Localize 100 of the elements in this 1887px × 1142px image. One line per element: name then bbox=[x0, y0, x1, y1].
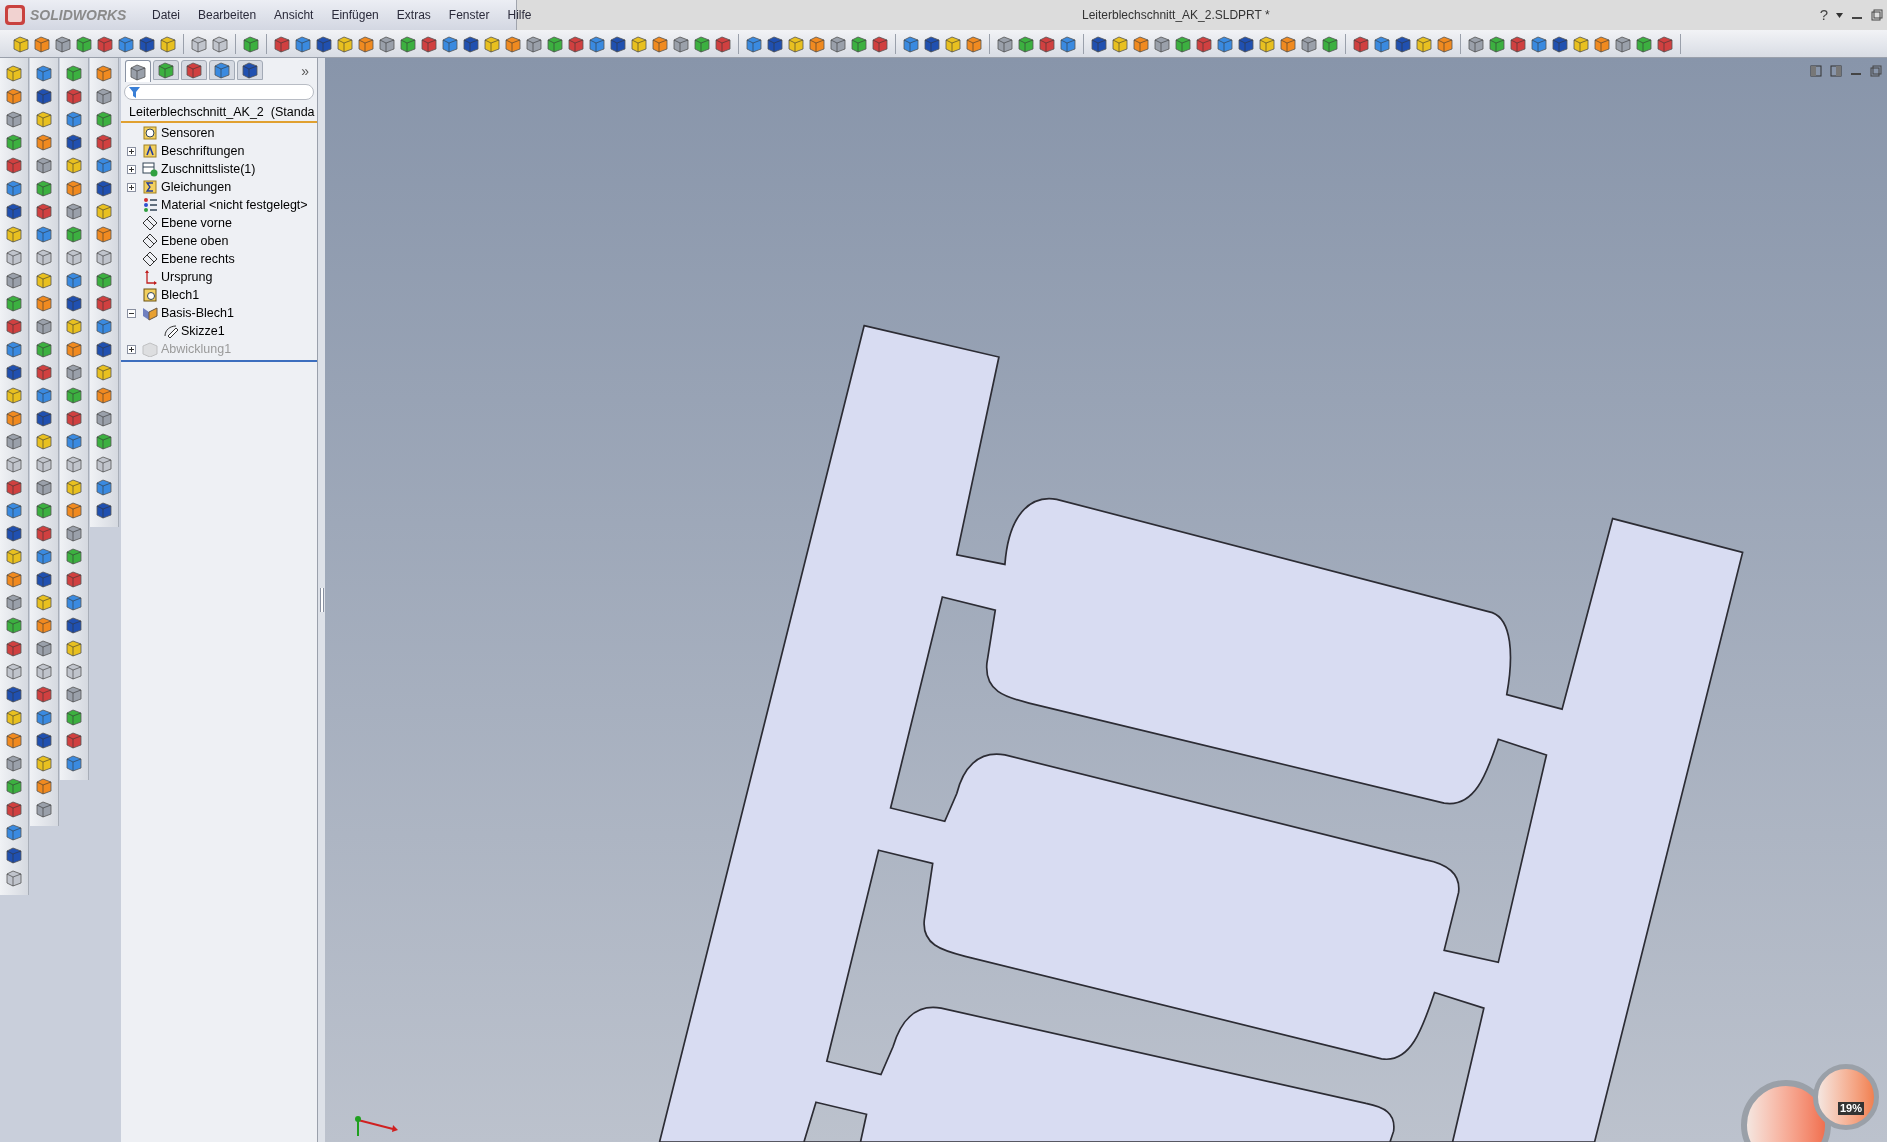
tool-icon[interactable] bbox=[923, 34, 941, 53]
tool-icon[interactable] bbox=[75, 34, 93, 53]
tool-icon[interactable] bbox=[1467, 34, 1485, 53]
tool-icon[interactable] bbox=[787, 34, 805, 53]
tool-icon[interactable] bbox=[1321, 34, 1339, 53]
tree-row[interactable]: Ebene oben bbox=[121, 232, 317, 250]
tool-icon[interactable] bbox=[65, 156, 83, 174]
tool-icon[interactable] bbox=[5, 202, 23, 220]
tool-icon[interactable] bbox=[546, 34, 564, 53]
tool-icon[interactable] bbox=[35, 409, 53, 427]
tool-icon[interactable] bbox=[5, 501, 23, 519]
tool-icon[interactable] bbox=[35, 662, 53, 680]
tool-icon[interactable] bbox=[35, 363, 53, 381]
expand-icon[interactable] bbox=[127, 146, 136, 156]
tool-icon[interactable] bbox=[693, 34, 711, 53]
tool-icon[interactable] bbox=[35, 524, 53, 542]
tool-icon[interactable] bbox=[1017, 34, 1035, 53]
menu-item[interactable]: Datei bbox=[144, 6, 188, 24]
tool-icon[interactable] bbox=[35, 87, 53, 105]
tool-icon[interactable] bbox=[95, 225, 113, 243]
menu-item[interactable]: Fenster bbox=[440, 6, 498, 24]
tool-icon[interactable] bbox=[5, 87, 23, 105]
tool-icon[interactable] bbox=[5, 524, 23, 542]
tool-icon[interactable] bbox=[1352, 34, 1370, 53]
tree-row[interactable]: Ebene rechts bbox=[121, 250, 317, 268]
tool-icon[interactable] bbox=[5, 685, 23, 703]
tool-icon[interactable] bbox=[5, 340, 23, 358]
tool-icon[interactable] bbox=[35, 501, 53, 519]
tree-row[interactable]: Ursprung bbox=[121, 268, 317, 286]
tool-icon[interactable] bbox=[65, 501, 83, 519]
tool-icon[interactable] bbox=[35, 593, 53, 611]
tool-icon[interactable] bbox=[65, 547, 83, 565]
tool-icon[interactable] bbox=[95, 501, 113, 519]
tool-icon[interactable] bbox=[5, 156, 23, 174]
tool-icon[interactable] bbox=[5, 846, 23, 864]
tool-icon[interactable] bbox=[1635, 34, 1653, 53]
tool-icon[interactable] bbox=[33, 34, 51, 53]
tree-item[interactable]: Skizze1 bbox=[181, 321, 225, 341]
tool-icon[interactable] bbox=[1090, 34, 1108, 53]
tool-icon[interactable] bbox=[95, 340, 113, 358]
tool-icon[interactable] bbox=[65, 317, 83, 335]
tool-icon[interactable] bbox=[65, 754, 83, 772]
tool-icon[interactable] bbox=[829, 34, 847, 53]
help-button[interactable]: ? bbox=[1819, 3, 1828, 27]
tool-icon[interactable] bbox=[95, 179, 113, 197]
panel-expand-button[interactable]: » bbox=[301, 60, 309, 82]
tool-icon[interactable] bbox=[1656, 34, 1674, 53]
tool-icon[interactable] bbox=[5, 248, 23, 266]
tool-icon[interactable] bbox=[35, 317, 53, 335]
tool-icon[interactable] bbox=[65, 432, 83, 450]
tool-icon[interactable] bbox=[65, 110, 83, 128]
tool-icon[interactable] bbox=[441, 34, 459, 53]
tool-icon[interactable] bbox=[5, 110, 23, 128]
tool-icon[interactable] bbox=[1436, 34, 1454, 53]
tree-item[interactable]: Ursprung bbox=[161, 267, 213, 287]
tool-icon[interactable] bbox=[95, 110, 113, 128]
tool-icon[interactable] bbox=[5, 225, 23, 243]
tool-icon[interactable] bbox=[672, 34, 690, 53]
tool-icon[interactable] bbox=[35, 64, 53, 82]
tool-icon[interactable] bbox=[35, 225, 53, 243]
tool-icon[interactable] bbox=[766, 34, 784, 53]
restore-icon[interactable] bbox=[1871, 9, 1883, 21]
tool-icon[interactable] bbox=[5, 777, 23, 795]
tool-icon[interactable] bbox=[1551, 34, 1569, 53]
tool-icon[interactable] bbox=[95, 386, 113, 404]
tree-item[interactable]: Ebene oben bbox=[161, 231, 229, 251]
tool-icon[interactable] bbox=[65, 455, 83, 473]
tool-icon[interactable] bbox=[5, 64, 23, 82]
tool-icon[interactable] bbox=[1279, 34, 1297, 53]
tool-icon[interactable] bbox=[65, 685, 83, 703]
tree-item[interactable]: Gleichungen bbox=[161, 177, 232, 197]
tool-icon[interactable] bbox=[35, 570, 53, 588]
tool-icon[interactable] bbox=[65, 248, 83, 266]
tool-icon[interactable] bbox=[462, 34, 480, 53]
tree-row[interactable]: Material <nicht festgelegt> bbox=[121, 196, 317, 214]
tool-icon[interactable] bbox=[65, 133, 83, 151]
tool-icon[interactable] bbox=[65, 363, 83, 381]
tool-icon[interactable] bbox=[1394, 34, 1412, 53]
tree-row[interactable]: Blech1 bbox=[121, 286, 317, 304]
tool-icon[interactable] bbox=[35, 340, 53, 358]
tool-icon[interactable] bbox=[336, 34, 354, 53]
tool-icon[interactable] bbox=[95, 248, 113, 266]
tool-icon[interactable] bbox=[12, 34, 30, 53]
tool-icon[interactable] bbox=[65, 386, 83, 404]
tool-icon[interactable] bbox=[5, 869, 23, 887]
tool-icon[interactable] bbox=[5, 570, 23, 588]
tool-icon[interactable] bbox=[1153, 34, 1171, 53]
tool-icon[interactable] bbox=[1572, 34, 1590, 53]
tool-icon[interactable] bbox=[138, 34, 156, 53]
tool-icon[interactable] bbox=[1038, 34, 1056, 53]
tool-icon[interactable] bbox=[1258, 34, 1276, 53]
menu-item[interactable]: Ansicht bbox=[266, 6, 322, 24]
menu-item[interactable]: Einfügen bbox=[323, 6, 387, 24]
tool-icon[interactable] bbox=[95, 455, 113, 473]
tool-icon[interactable] bbox=[35, 777, 53, 795]
tool-icon[interactable] bbox=[95, 363, 113, 381]
tool-icon[interactable] bbox=[5, 593, 23, 611]
tool-icon[interactable] bbox=[5, 271, 23, 289]
tool-icon[interactable] bbox=[5, 363, 23, 381]
tool-icon[interactable] bbox=[95, 409, 113, 427]
